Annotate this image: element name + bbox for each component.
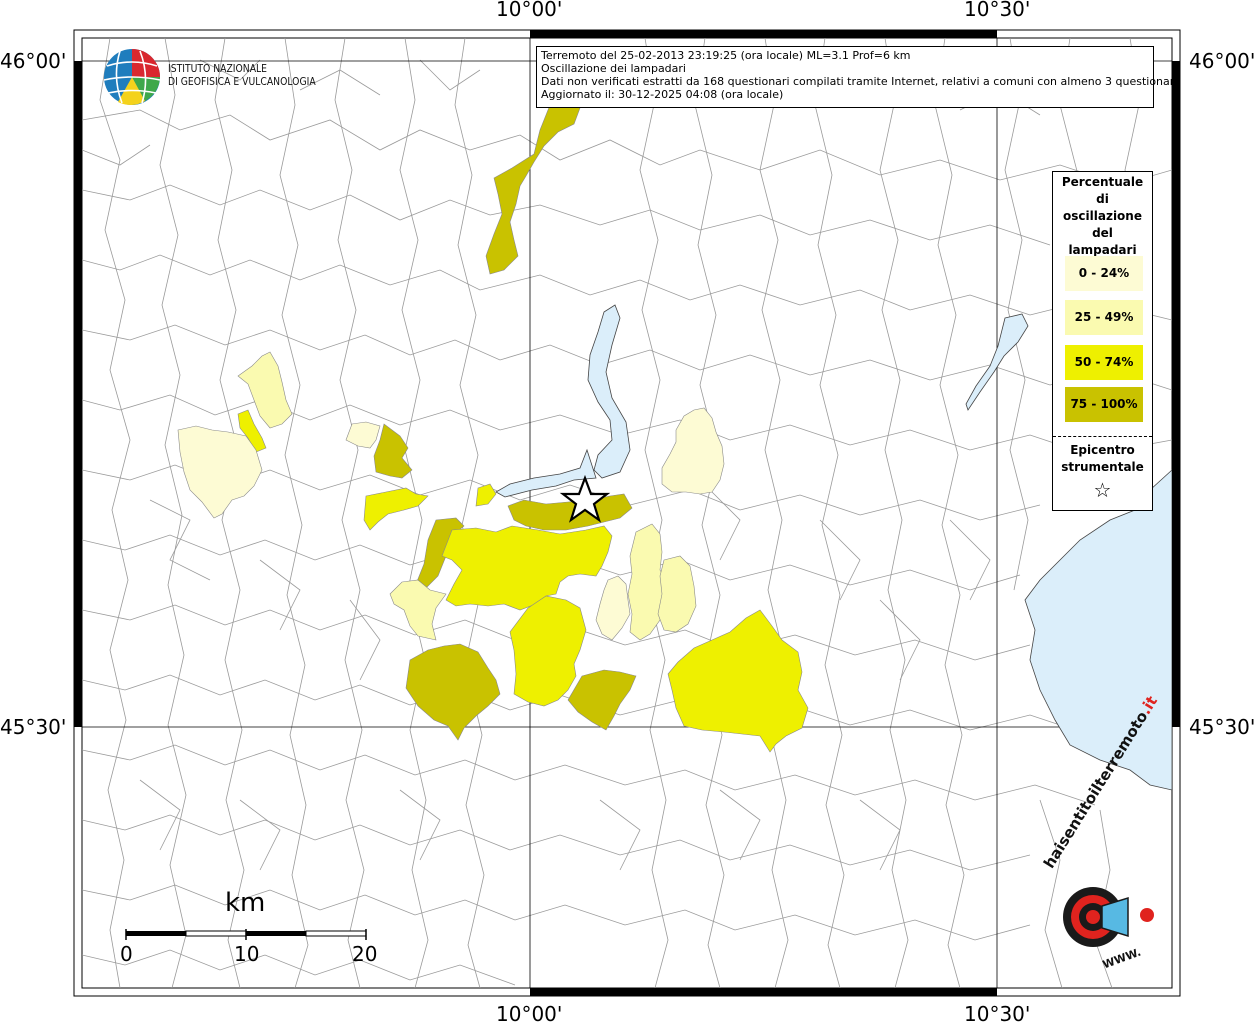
ingv-name-line1: ISTITUTO NAZIONALE bbox=[168, 63, 268, 75]
event-subtitle: Oscillazione dei lampadari bbox=[541, 62, 686, 75]
lon-label-bottom-left: 10°00' bbox=[496, 1002, 563, 1026]
ingv-name: ISTITUTO NAZIONALE DI GEOFISICA E VULCAN… bbox=[168, 63, 316, 89]
lat-label-right-bottom: 45°30' bbox=[1189, 715, 1255, 739]
scale-unit: km bbox=[225, 888, 266, 918]
event-info-box: Terremoto del 25-02-2013 23:19:25 (ora l… bbox=[536, 46, 1181, 108]
legend-separator bbox=[1053, 436, 1152, 437]
lon-label-top-right: 10°30' bbox=[964, 0, 1031, 21]
ingv-logo-icon bbox=[103, 49, 161, 105]
lon-label-top-left: 10°00' bbox=[496, 0, 563, 21]
legend-class-50-74: 50 - 74% bbox=[1065, 345, 1143, 380]
scale-tick-10: 10 bbox=[234, 942, 260, 966]
scale-tick-20: 20 bbox=[352, 942, 378, 966]
legend-star-icon: ☆ bbox=[1093, 478, 1112, 502]
legend-class-25-49: 25 - 49% bbox=[1065, 300, 1143, 335]
legend-title: Percentuale di oscillazione del lampadar… bbox=[1061, 175, 1144, 257]
lat-label-left-bottom: 45°30' bbox=[0, 715, 67, 739]
lat-label-right-top: 46°00' bbox=[1189, 49, 1255, 73]
legend: Percentuale di oscillazione del lampadar… bbox=[1052, 171, 1153, 511]
legend-class-0-24: 0 - 24% bbox=[1065, 256, 1143, 291]
lat-label-left-top: 46°00' bbox=[0, 49, 67, 73]
intensity-map bbox=[73, 29, 1181, 997]
event-updated: Aggiornato il: 30-12-2025 04:08 (ora loc… bbox=[541, 88, 784, 101]
legend-class-75-100: 75 - 100% bbox=[1065, 387, 1143, 422]
event-data-note: Dati non verificati estratti da 168 ques… bbox=[541, 75, 1181, 88]
event-title: Terremoto del 25-02-2013 23:19:25 (ora l… bbox=[541, 49, 911, 62]
ingv-name-line2: DI GEOFISICA E VULCANOLOGIA bbox=[168, 76, 316, 88]
lon-label-bottom-right: 10°30' bbox=[964, 1002, 1031, 1026]
scale-tick-0: 0 bbox=[120, 942, 133, 966]
legend-epicenter-label: Epicentro strumentale bbox=[1061, 443, 1144, 474]
